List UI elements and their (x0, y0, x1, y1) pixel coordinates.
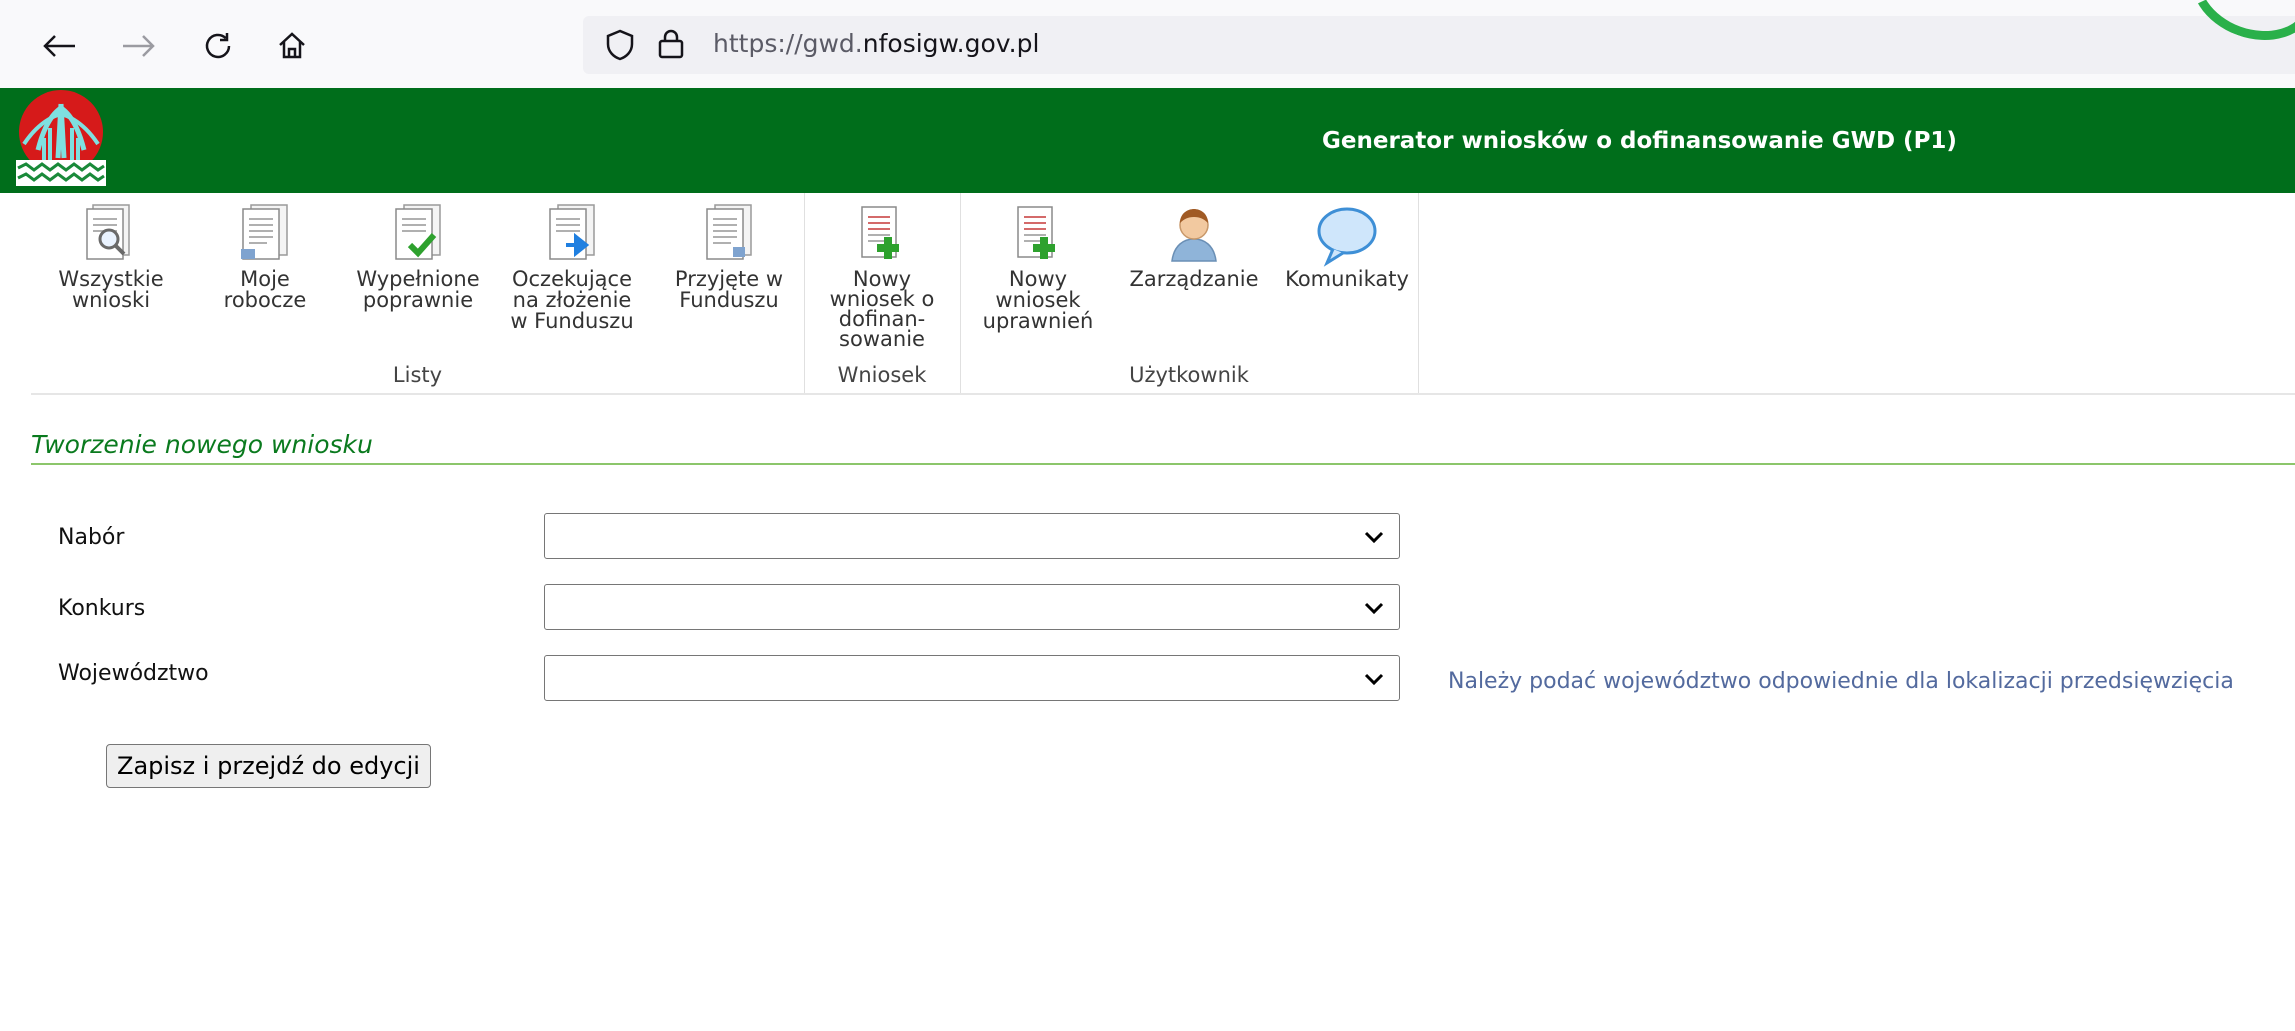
ribbon-item-label: Wszystkie wnioski (58, 267, 164, 312)
ribbon-item-label: Zarządzanie (1129, 267, 1259, 291)
ribbon-pending[interactable]: Oczekujące na złożenie w Funduszu (497, 201, 647, 332)
wojewodztwo-hint: Należy podać województwo odpowiednie dla… (1448, 669, 2234, 694)
ribbon-item-label: Wypełnione poprawnie (356, 267, 480, 312)
chevron-down-icon (1364, 673, 1384, 686)
ribbon-item-label: Przyjęte w Funduszu (674, 267, 784, 312)
chevron-down-icon (1364, 531, 1384, 544)
ribbon-group-label: Wniosek (837, 363, 927, 387)
all-applications-icon (86, 204, 130, 260)
nabor-select[interactable] (544, 513, 1400, 559)
completed-icon (395, 204, 441, 260)
nfosigw-logo (16, 88, 106, 188)
pending-icon (549, 204, 595, 260)
konkurs-select[interactable] (544, 584, 1400, 630)
reload-icon[interactable] (194, 22, 242, 70)
address-bar[interactable]: https://gwd.nfosigw.gov.pl (583, 16, 2295, 74)
app-title: Generator wniosków o dofinansowanie GWD … (1322, 128, 1957, 154)
ribbon-accepted[interactable]: Przyjęte w Funduszu (655, 201, 803, 311)
ribbon-messages[interactable]: Komunikaty (1276, 201, 1418, 290)
ribbon-all-applications[interactable]: Wszystkie wnioski (31, 201, 191, 311)
section-title: Tworzenie nowego wniosku (31, 430, 373, 459)
shield-icon[interactable] (605, 29, 635, 65)
speech-bubble-icon (1317, 207, 1377, 267)
app-header: Generator wniosków o dofinansowanie GWD … (0, 88, 2295, 193)
save-and-edit-button[interactable]: Zapisz i przejdź do edycji (106, 744, 431, 788)
ribbon-completed[interactable]: Wypełnione poprawnie (343, 201, 493, 311)
ribbon-toolbar: Listy Wniosek Użytkownik Wszystkie wnios… (31, 193, 2295, 395)
chevron-down-icon (1364, 602, 1384, 615)
new-funding-application-icon (861, 206, 899, 259)
user-icon (1171, 209, 1217, 262)
ribbon-my-drafts[interactable]: Moje robocze (197, 201, 333, 311)
accepted-icon (706, 204, 752, 260)
drafts-icon (241, 204, 288, 260)
home-icon[interactable] (268, 22, 316, 70)
new-permissions-application-icon (1017, 206, 1055, 259)
url-prefix: https://gwd. (713, 29, 863, 58)
ribbon-management[interactable]: Zarządzanie (1120, 201, 1268, 290)
back-icon[interactable] (36, 22, 84, 70)
url-domain: nfosigw.gov.pl (862, 29, 1040, 58)
url-text[interactable]: https://gwd.nfosigw.gov.pl (713, 29, 1039, 58)
ribbon-item-label: Nowy wniosek uprawnień (982, 267, 1094, 333)
wojewodztwo-select[interactable] (544, 655, 1400, 701)
ribbon-new-funding-application[interactable]: Nowy wniosek o dofinan- sowanie (814, 201, 950, 351)
forward-icon[interactable] (114, 22, 162, 70)
ribbon-group-label: Użytkownik (1129, 363, 1249, 387)
ribbon-item-label: Moje robocze (223, 267, 307, 312)
ribbon-item-label: Komunikaty (1285, 267, 1409, 291)
ribbon-item-label: Oczekujące na złożenie w Funduszu (510, 267, 634, 333)
ribbon-group-label: Listy (392, 363, 443, 387)
browser-toolbar: https://gwd.nfosigw.gov.pl (0, 0, 2295, 89)
section-divider (31, 463, 2295, 465)
lock-icon[interactable] (657, 28, 685, 64)
ribbon-item-label: Nowy wniosek o dofinan- sowanie (829, 267, 935, 351)
konkurs-label: Konkurs (58, 596, 146, 621)
wojewodztwo-label: Województwo (58, 661, 209, 686)
ribbon-new-permissions-application[interactable]: Nowy wniosek uprawnień (968, 201, 1108, 332)
nabor-label: Nabór (58, 525, 125, 550)
